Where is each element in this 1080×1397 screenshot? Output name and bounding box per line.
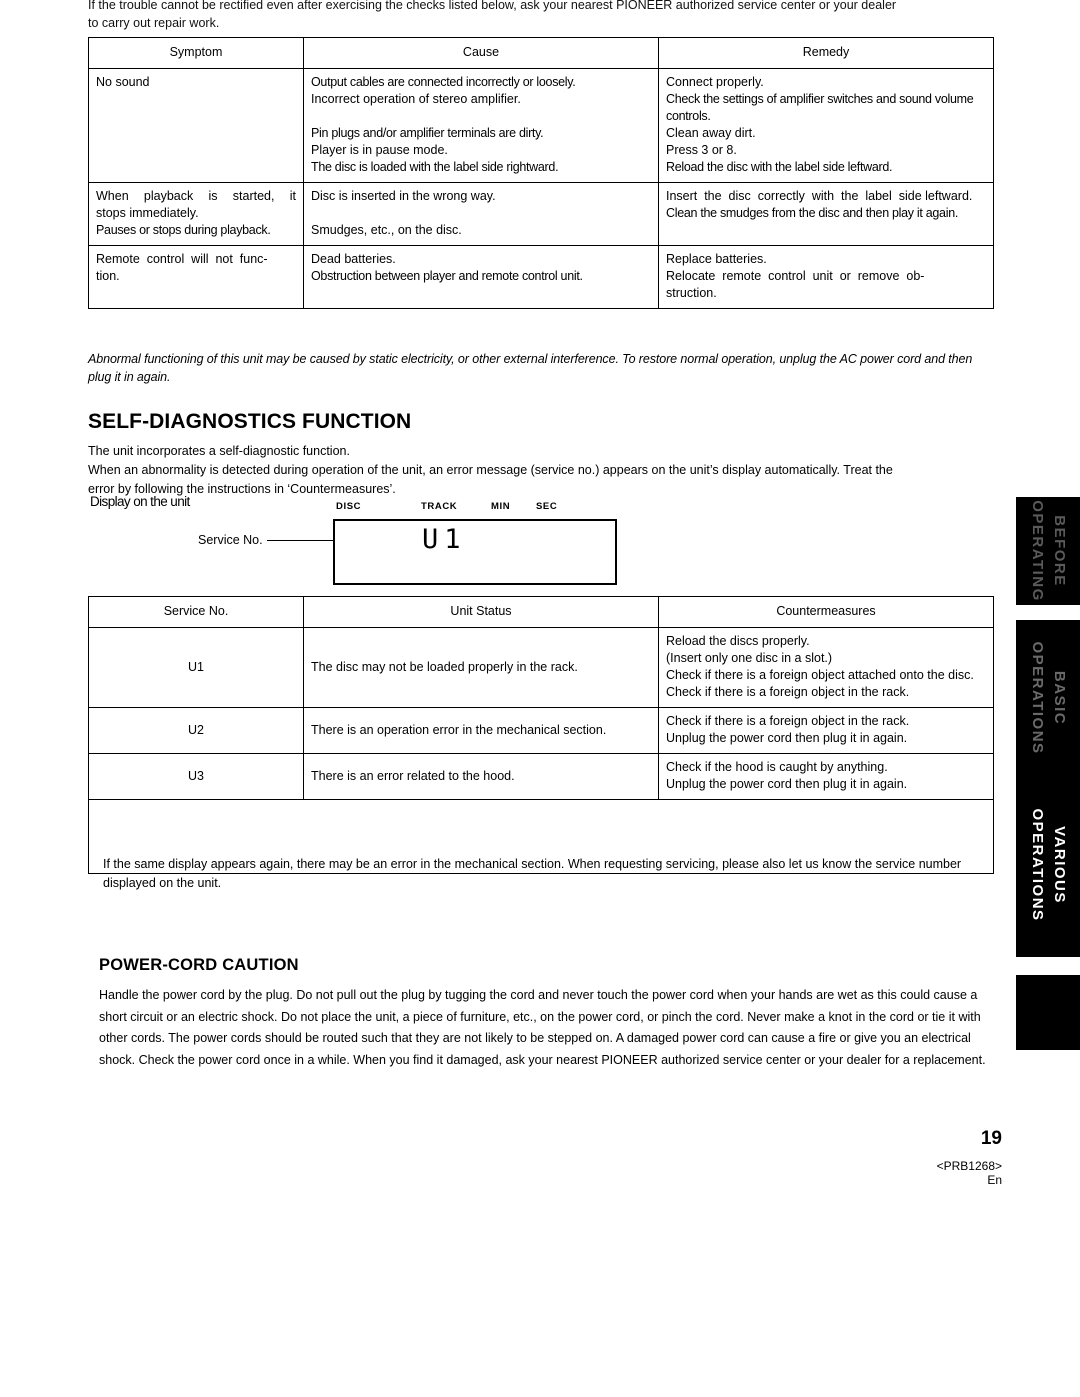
- cause-line: Player is in pause mode.: [311, 143, 448, 157]
- remedy-line: Reload the disc with the label side left…: [666, 160, 893, 174]
- remedy-cell: Connect properly. Check the settings of …: [658, 68, 994, 183]
- remedy-line: Relocate remote control unit or remove o…: [666, 269, 925, 300]
- service-no-callout-label: Service No.: [198, 533, 263, 547]
- label-sec: SEC: [536, 501, 558, 512]
- service-table-note: If the same display appears again, there…: [103, 857, 962, 890]
- subheading-display-on-unit: Display on the unit: [90, 494, 190, 509]
- cause-cell: Disc is inserted in the wrong way. Smudg…: [303, 182, 659, 246]
- countermeasures-cell: Check if there is a foreign object in th…: [658, 707, 994, 754]
- table-row: U3 There is an error related to the hood…: [88, 753, 994, 800]
- countermeasures-cell: Check if the hood is caught by anything.…: [658, 753, 994, 800]
- remedy-line: Insert the disc correctly with the label…: [666, 189, 973, 203]
- remedy-cell: Replace batteries. Relocate remote contr…: [658, 245, 994, 309]
- service-no-cell: U2: [88, 707, 304, 754]
- remedy-line: Check the settings of amplifier switches…: [666, 92, 974, 123]
- service-number-table: Service No. Unit Status Countermeasures …: [88, 596, 994, 874]
- table-row: U1 The disc may not be loaded properly i…: [88, 627, 994, 708]
- cause-line: Smudges, etc., on the disc.: [311, 223, 462, 237]
- language-code: En: [987, 1173, 1002, 1187]
- intro-line-2: to carry out repair work.: [88, 16, 220, 30]
- col-header-symptom: Symptom: [88, 37, 304, 69]
- countermeasure-line: Check if there is a foreign object in th…: [666, 714, 910, 728]
- document-page: If the trouble cannot be rectified even …: [0, 0, 1080, 1397]
- cause-line: The disc is loaded with the label side r…: [311, 160, 559, 174]
- table-row: U2 There is an operation error in the me…: [88, 707, 994, 754]
- symptom-cell: When playback is started, it stops immed…: [88, 182, 304, 246]
- cause-line: Incorrect operation of stereo amplifier.: [311, 92, 521, 106]
- countermeasure-line: Reload the discs properly.: [666, 634, 810, 648]
- unit-display-figure: [333, 519, 617, 585]
- unit-status-cell: There is an operation error in the mecha…: [303, 707, 659, 754]
- remedy-line: Replace batteries.: [666, 252, 767, 266]
- cause-cell: Output cables are connected incorrectly …: [303, 68, 659, 183]
- cause-line: Output cables are connected incorrectly …: [311, 75, 576, 89]
- callout-leader-line: [267, 540, 333, 541]
- side-tab-label: VARIOUS OPERATIONS: [1026, 808, 1070, 921]
- sd-para-3: error by following the instructions in ‘…: [88, 482, 396, 496]
- label-disc: DISC: [336, 501, 362, 512]
- label-min: MIN: [491, 501, 511, 512]
- countermeasures-cell: Reload the discs properly. (Insert only …: [658, 627, 994, 708]
- side-tab-label: BEFORE OPERATING: [1026, 500, 1070, 602]
- col-header-cause: Cause: [303, 37, 659, 69]
- cause-line: Pin plugs and/or amplifier terminals are…: [311, 126, 544, 140]
- col-header-countermeasures: Countermeasures: [658, 596, 994, 628]
- col-header-service-no: Service No.: [88, 596, 304, 628]
- col-header-remedy: Remedy: [658, 37, 994, 69]
- cause-line: Dead batteries.: [311, 252, 396, 266]
- side-tab-line-1: BASIC: [1051, 670, 1068, 725]
- intro-line-1: If the trouble cannot be rectified even …: [88, 0, 897, 12]
- section-heading-self-diagnostics: SELF-DIAGNOSTICS FUNCTION: [88, 410, 412, 433]
- remedy-line: Connect properly.: [666, 75, 764, 89]
- side-tab-line-1: BEFORE: [1051, 515, 1068, 587]
- service-no-cell: U1: [88, 627, 304, 708]
- cause-line: Disc is inserted in the wrong way.: [311, 189, 496, 203]
- sd-para-1: The unit incorporates a self-diagnostic …: [88, 444, 350, 458]
- unit-status-cell: The disc may not be loaded properly in t…: [303, 627, 659, 708]
- side-tab-line-2: OPERATING: [1029, 500, 1046, 602]
- countermeasure-line: Check if the hood is caught by anything.: [666, 760, 888, 774]
- self-diagnostics-paragraphs: The unit incorporates a self-diagnostic …: [88, 442, 993, 499]
- symptom-cell: Remote control will not func-tion.: [88, 245, 304, 309]
- countermeasure-line: Unplug the power cord then plug it in ag…: [666, 777, 908, 791]
- page-number: 19: [980, 1128, 1002, 1149]
- table-row: No sound Output cables are connected inc…: [88, 68, 994, 183]
- countermeasure-line: Check if there is a foreign object in th…: [666, 685, 910, 699]
- unit-status-cell: There is an error related to the hood.: [303, 753, 659, 800]
- service-no-cell: U3: [88, 753, 304, 800]
- side-tab-line-2: OPERATIONS: [1029, 807, 1046, 922]
- side-tab-label: BASIC OPERATIONS: [1026, 641, 1070, 754]
- remedy-cell: Insert the disc correctly with the label…: [658, 182, 994, 246]
- cause-cell: Dead batteries. Obstruction between play…: [303, 245, 659, 309]
- side-tab-basic-operations[interactable]: BASIC OPERATIONS: [1016, 620, 1080, 775]
- table-row: When playback is started, it stops immed…: [88, 182, 994, 246]
- table-row: Remote control will not func-tion. Dead …: [88, 245, 994, 309]
- section-heading-power-cord: POWER-CORD CAUTION: [99, 956, 299, 974]
- table-header-row: Symptom Cause Remedy: [88, 37, 994, 69]
- intro-paragraph: If the trouble cannot be rectified even …: [88, 0, 988, 32]
- countermeasure-line: Unplug the power cord then plug it in ag…: [666, 731, 908, 745]
- display-readout-value: U1: [422, 524, 467, 555]
- table-header-row: Service No. Unit Status Countermeasures: [88, 596, 994, 628]
- side-tab-various-operations[interactable]: VARIOUS OPERATIONS: [1016, 772, 1080, 957]
- remedy-line: Clean away dirt.: [666, 126, 756, 140]
- side-tab-line-1: VARIOUS: [1051, 825, 1068, 904]
- troubleshooting-table: Symptom Cause Remedy No sound Output cab…: [88, 37, 994, 309]
- label-track: TRACK: [421, 501, 458, 512]
- countermeasure-line: (Insert only one disc in a slot.): [666, 651, 833, 665]
- countermeasure-line: Check if there is a foreign object attac…: [666, 668, 974, 682]
- remedy-line: Clean the smudges from the disc and then…: [666, 206, 959, 220]
- col-header-unit-status: Unit Status: [303, 596, 659, 628]
- power-cord-body: Handle the power cord by the plug. Do no…: [99, 988, 986, 1067]
- symptom-cell: No sound: [88, 68, 304, 183]
- side-tab-before-operating[interactable]: BEFORE OPERATING: [1016, 497, 1080, 605]
- side-tab-blank: [1016, 975, 1080, 1050]
- side-tab-line-2: OPERATIONS: [1029, 640, 1046, 755]
- cause-line: Obstruction between player and remote co…: [311, 269, 583, 283]
- sd-para-2: When an abnormality is detected during o…: [88, 463, 893, 477]
- abnormal-operation-note: Abnormal functioning of this unit may be…: [88, 352, 973, 384]
- remedy-line: Press 3 or 8.: [666, 143, 737, 157]
